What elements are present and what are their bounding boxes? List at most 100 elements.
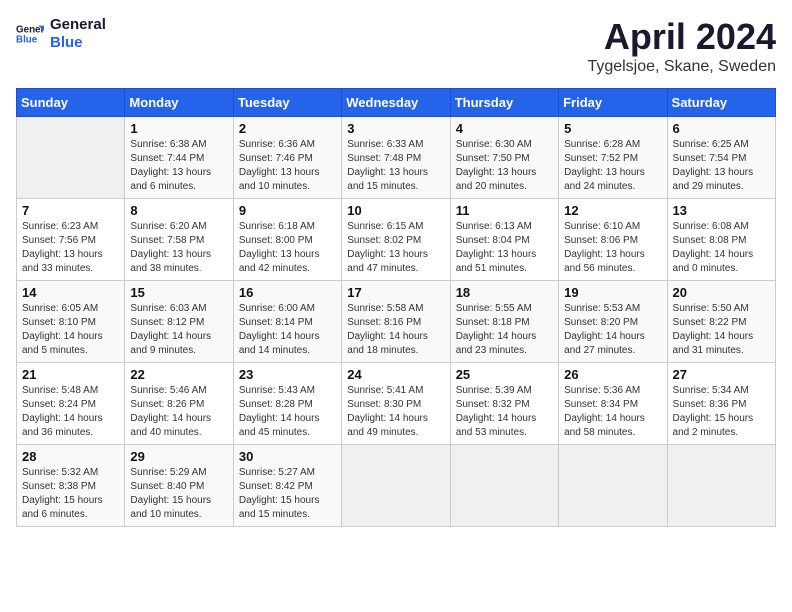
calendar-cell <box>342 445 450 527</box>
logo: General Blue General Blue <box>16 16 106 52</box>
cell-details: Sunrise: 5:32 AMSunset: 8:38 PMDaylight:… <box>22 466 119 522</box>
day-number: 24 <box>347 367 444 382</box>
calendar-table: SundayMondayTuesdayWednesdayThursdayFrid… <box>16 88 776 527</box>
week-row-4: 21 Sunrise: 5:48 AMSunset: 8:24 PMDayligh… <box>17 363 776 445</box>
calendar-cell: 27 Sunrise: 5:34 AMSunset: 8:36 PMDayligh… <box>667 363 775 445</box>
cell-details: Sunrise: 5:29 AMSunset: 8:40 PMDaylight:… <box>130 466 227 522</box>
title-block: April 2024 Tygelsjoe, Skane, Sweden <box>587 16 776 76</box>
calendar-cell: 5 Sunrise: 6:28 AMSunset: 7:52 PMDaylight… <box>559 117 667 199</box>
day-number: 6 <box>673 121 770 136</box>
day-number: 30 <box>239 449 336 464</box>
cell-details: Sunrise: 6:03 AMSunset: 8:12 PMDaylight:… <box>130 302 227 358</box>
cell-details: Sunrise: 5:48 AMSunset: 8:24 PMDaylight:… <box>22 384 119 440</box>
calendar-cell: 29 Sunrise: 5:29 AMSunset: 8:40 PMDayligh… <box>125 445 233 527</box>
calendar-cell: 22Sunrise: 5:46 AMSunset: 8:26 PMDayligh… <box>125 363 233 445</box>
calendar-cell: 3 Sunrise: 6:33 AMSunset: 7:48 PMDaylight… <box>342 117 450 199</box>
day-number: 2 <box>239 121 336 136</box>
header-saturday: Saturday <box>667 89 775 117</box>
day-number: 1 <box>130 121 227 136</box>
cell-details: Sunrise: 6:28 AMSunset: 7:52 PMDaylight:… <box>564 138 661 194</box>
cell-details: Sunrise: 6:18 AMSunset: 8:00 PMDaylight:… <box>239 220 336 276</box>
cell-details: Sunrise: 5:27 AMSunset: 8:42 PMDaylight:… <box>239 466 336 522</box>
calendar-cell <box>559 445 667 527</box>
calendar-cell: 24 Sunrise: 5:41 AMSunset: 8:30 PMDayligh… <box>342 363 450 445</box>
calendar-cell: 13 Sunrise: 6:08 AMSunset: 8:08 PMDayligh… <box>667 199 775 281</box>
cell-details: Sunrise: 6:23 AMSunset: 7:56 PMDaylight:… <box>22 220 119 276</box>
cell-details: Sunrise: 6:30 AMSunset: 7:50 PMDaylight:… <box>456 138 553 194</box>
cell-details: Sunrise: 5:53 AMSunset: 8:20 PMDaylight:… <box>564 302 661 358</box>
calendar-cell: 1Sunrise: 6:38 AMSunset: 7:44 PMDaylight… <box>125 117 233 199</box>
cell-details: Sunrise: 6:08 AMSunset: 8:08 PMDaylight:… <box>673 220 770 276</box>
header-monday: Monday <box>125 89 233 117</box>
day-number: 14 <box>22 285 119 300</box>
week-row-1: 1Sunrise: 6:38 AMSunset: 7:44 PMDaylight… <box>17 117 776 199</box>
day-number: 13 <box>673 203 770 218</box>
cell-details: Sunrise: 6:15 AMSunset: 8:02 PMDaylight:… <box>347 220 444 276</box>
calendar-cell: 7 Sunrise: 6:23 AMSunset: 7:56 PMDaylight… <box>17 199 125 281</box>
day-number: 15 <box>130 285 227 300</box>
calendar-cell <box>667 445 775 527</box>
day-number: 9 <box>239 203 336 218</box>
cell-details: Sunrise: 6:05 AMSunset: 8:10 PMDaylight:… <box>22 302 119 358</box>
cell-details: Sunrise: 5:39 AMSunset: 8:32 PMDaylight:… <box>456 384 553 440</box>
calendar-cell: 16Sunrise: 6:00 AMSunset: 8:14 PMDayligh… <box>233 281 341 363</box>
header-wednesday: Wednesday <box>342 89 450 117</box>
day-number: 21 <box>22 367 119 382</box>
day-number: 8 <box>130 203 227 218</box>
week-row-3: 14 Sunrise: 6:05 AMSunset: 8:10 PMDayligh… <box>17 281 776 363</box>
calendar-cell: 26Sunrise: 5:36 AMSunset: 8:34 PMDayligh… <box>559 363 667 445</box>
location-text: Tygelsjoe, Skane, Sweden <box>587 58 776 76</box>
day-number: 25 <box>456 367 553 382</box>
day-number: 11 <box>456 203 553 218</box>
calendar-cell: 23Sunrise: 5:43 AMSunset: 8:28 PMDayligh… <box>233 363 341 445</box>
logo-general-text: General <box>50 16 106 34</box>
cell-details: Sunrise: 5:41 AMSunset: 8:30 PMDaylight:… <box>347 384 444 440</box>
cell-details: Sunrise: 6:13 AMSunset: 8:04 PMDaylight:… <box>456 220 553 276</box>
calendar-cell: 9 Sunrise: 6:18 AMSunset: 8:00 PMDaylight… <box>233 199 341 281</box>
calendar-cell: 30 Sunrise: 5:27 AMSunset: 8:42 PMDayligh… <box>233 445 341 527</box>
day-number: 28 <box>22 449 119 464</box>
cell-details: Sunrise: 5:36 AMSunset: 8:34 PMDaylight:… <box>564 384 661 440</box>
calendar-cell: 2 Sunrise: 6:36 AMSunset: 7:46 PMDaylight… <box>233 117 341 199</box>
svg-text:Blue: Blue <box>16 34 38 45</box>
day-number: 23 <box>239 367 336 382</box>
calendar-cell: 10 Sunrise: 6:15 AMSunset: 8:02 PMDayligh… <box>342 199 450 281</box>
day-number: 4 <box>456 121 553 136</box>
header-tuesday: Tuesday <box>233 89 341 117</box>
cell-details: Sunrise: 5:55 AMSunset: 8:18 PMDaylight:… <box>456 302 553 358</box>
day-number: 17 <box>347 285 444 300</box>
day-number: 20 <box>673 285 770 300</box>
calendar-cell: 20 Sunrise: 5:50 AMSunset: 8:22 PMDayligh… <box>667 281 775 363</box>
day-number: 27 <box>673 367 770 382</box>
calendar-cell: 18 Sunrise: 5:55 AMSunset: 8:18 PMDayligh… <box>450 281 558 363</box>
month-title: April 2024 <box>587 16 776 58</box>
calendar-cell: 11 Sunrise: 6:13 AMSunset: 8:04 PMDayligh… <box>450 199 558 281</box>
calendar-cell: 15 Sunrise: 6:03 AMSunset: 8:12 PMDayligh… <box>125 281 233 363</box>
calendar-cell: 12Sunrise: 6:10 AMSunset: 8:06 PMDayligh… <box>559 199 667 281</box>
day-number: 3 <box>347 121 444 136</box>
header-thursday: Thursday <box>450 89 558 117</box>
cell-details: Sunrise: 6:20 AMSunset: 7:58 PMDaylight:… <box>130 220 227 276</box>
day-number: 16 <box>239 285 336 300</box>
cell-details: Sunrise: 5:34 AMSunset: 8:36 PMDaylight:… <box>673 384 770 440</box>
day-number: 18 <box>456 285 553 300</box>
calendar-header-row: SundayMondayTuesdayWednesdayThursdayFrid… <box>17 89 776 117</box>
day-number: 29 <box>130 449 227 464</box>
page-header: General Blue General Blue April 2024 Tyg… <box>16 16 776 76</box>
cell-details: Sunrise: 5:58 AMSunset: 8:16 PMDaylight:… <box>347 302 444 358</box>
cell-details: Sunrise: 6:25 AMSunset: 7:54 PMDaylight:… <box>673 138 770 194</box>
day-number: 7 <box>22 203 119 218</box>
logo-blue-text: Blue <box>50 34 106 52</box>
header-sunday: Sunday <box>17 89 125 117</box>
cell-details: Sunrise: 6:33 AMSunset: 7:48 PMDaylight:… <box>347 138 444 194</box>
day-number: 10 <box>347 203 444 218</box>
week-row-5: 28 Sunrise: 5:32 AMSunset: 8:38 PMDayligh… <box>17 445 776 527</box>
cell-details: Sunrise: 5:50 AMSunset: 8:22 PMDaylight:… <box>673 302 770 358</box>
day-number: 5 <box>564 121 661 136</box>
day-number: 19 <box>564 285 661 300</box>
calendar-cell: 21 Sunrise: 5:48 AMSunset: 8:24 PMDayligh… <box>17 363 125 445</box>
calendar-cell: 17 Sunrise: 5:58 AMSunset: 8:16 PMDayligh… <box>342 281 450 363</box>
cell-details: Sunrise: 6:36 AMSunset: 7:46 PMDaylight:… <box>239 138 336 194</box>
calendar-cell <box>17 117 125 199</box>
calendar-cell: 14 Sunrise: 6:05 AMSunset: 8:10 PMDayligh… <box>17 281 125 363</box>
